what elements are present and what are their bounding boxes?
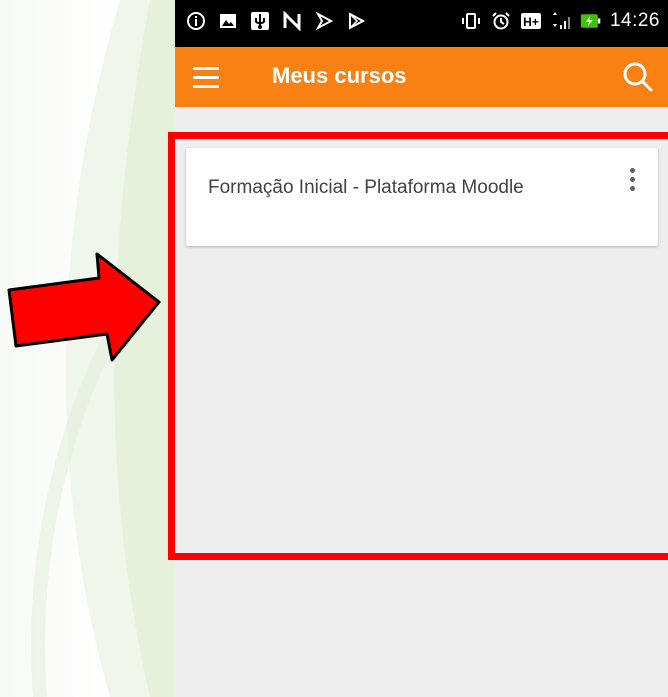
status-notification-icons bbox=[185, 10, 367, 32]
more-vert-icon-dot bbox=[629, 168, 635, 173]
course-options-button[interactable] bbox=[626, 168, 638, 202]
hamburger-icon-line bbox=[193, 66, 219, 70]
more-vert-icon-dot bbox=[629, 186, 635, 191]
app-bar: Meus cursos bbox=[175, 47, 668, 107]
nfc-icon bbox=[281, 10, 303, 32]
svg-text:H+: H+ bbox=[523, 15, 539, 29]
network-h-plus-icon: H+ bbox=[520, 10, 542, 32]
play-store-icon bbox=[345, 10, 367, 32]
vibrate-icon bbox=[460, 10, 482, 32]
hamburger-icon-line bbox=[193, 75, 219, 79]
search-button[interactable] bbox=[620, 59, 656, 95]
status-time: 14:26 bbox=[609, 10, 660, 31]
page-title: Meus cursos bbox=[272, 63, 407, 88]
course-name: Formação Inicial - Plataforma Moodle bbox=[208, 177, 524, 198]
course-card[interactable]: Formação Inicial - Plataforma Moodle bbox=[186, 148, 658, 246]
menu-button[interactable] bbox=[193, 61, 225, 93]
phone-screen: H+ 14:26 Meus cursos Formação Inicial - … bbox=[175, 0, 668, 697]
status-bar: H+ 14:26 bbox=[175, 0, 668, 47]
image-icon bbox=[217, 10, 239, 32]
cast-icon bbox=[313, 10, 335, 32]
signal-icon bbox=[550, 10, 572, 32]
annotation-arrow-icon bbox=[7, 252, 161, 362]
hamburger-icon-line bbox=[193, 84, 219, 88]
info-icon bbox=[185, 10, 207, 32]
status-system-icons: H+ 14:26 bbox=[460, 10, 660, 32]
battery-charging-icon bbox=[580, 10, 602, 32]
more-vert-icon-dot bbox=[629, 177, 635, 182]
usb-icon bbox=[249, 10, 271, 32]
search-icon bbox=[623, 62, 653, 92]
alarm-icon bbox=[490, 10, 512, 32]
